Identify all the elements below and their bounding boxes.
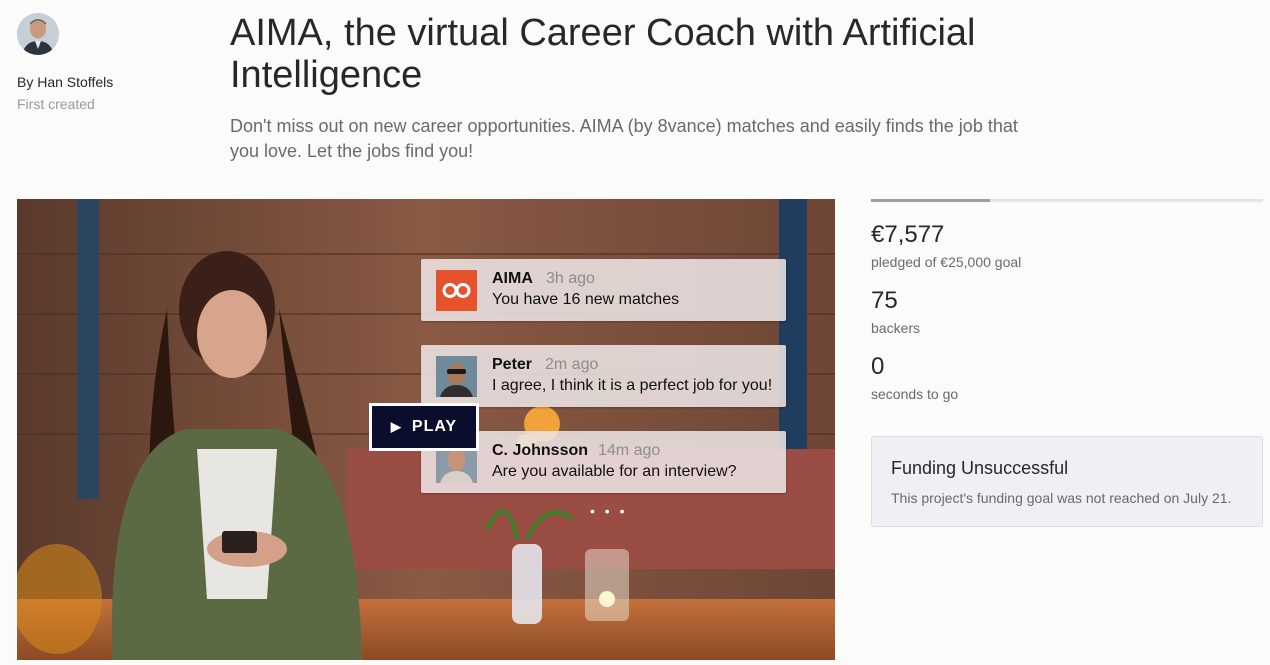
funding-status-box: Funding Unsuccessful This project's fund…: [871, 436, 1263, 527]
backers-label: backers: [871, 320, 921, 336]
notification-time: 3h ago: [546, 270, 595, 287]
first-created-label: First created: [17, 96, 95, 112]
aima-logo-icon: [436, 270, 477, 311]
notification-message: You have 16 new matches: [492, 291, 680, 308]
funding-progress-bar: [871, 199, 1263, 202]
backers-count: 75: [871, 287, 898, 314]
notification-sender: C. Johnsson: [492, 442, 589, 459]
creator-name[interactable]: By Han Stoffels: [17, 74, 113, 90]
time-left-label: seconds to go: [871, 386, 959, 402]
play-label: PLAY: [411, 418, 458, 435]
funding-progress-fill: [871, 199, 990, 202]
notification-sender: Peter: [492, 356, 533, 373]
funding-status-heading: Funding Unsuccessful: [891, 458, 1069, 478]
project-video[interactable]: AIMA 3h ago You have 16 new matches Pete…: [17, 199, 835, 660]
pledged-label: pledged of €25,000 goal: [871, 254, 1022, 270]
play-icon: ▶: [390, 419, 402, 434]
funding-status-text: This project's funding goal was not reac…: [891, 490, 1232, 506]
project-blurb: Don't miss out on new career opportuniti…: [230, 116, 1018, 161]
notification-card: AIMA 3h ago You have 16 new matches: [421, 259, 786, 321]
more-indicator: • • •: [590, 503, 628, 519]
notification-sender: AIMA: [492, 270, 533, 287]
project-title: AIMA, the virtual Career Coach with Arti…: [230, 12, 976, 96]
creator-avatar[interactable]: [17, 13, 59, 55]
time-left-count: 0: [871, 353, 885, 380]
pledged-amount: €7,577: [871, 221, 945, 248]
play-video-button[interactable]: ▶ PLAY: [369, 403, 479, 451]
notification-card: Peter 2m ago I agree, I think it is a pe…: [421, 345, 786, 407]
notification-time: 2m ago: [545, 356, 599, 373]
notification-message: I agree, I think it is a perfect job for…: [492, 377, 773, 394]
user-avatar-icon: [436, 356, 477, 397]
notification-time: 14m ago: [598, 442, 661, 459]
notification-message: Are you available for an interview?: [492, 463, 737, 480]
